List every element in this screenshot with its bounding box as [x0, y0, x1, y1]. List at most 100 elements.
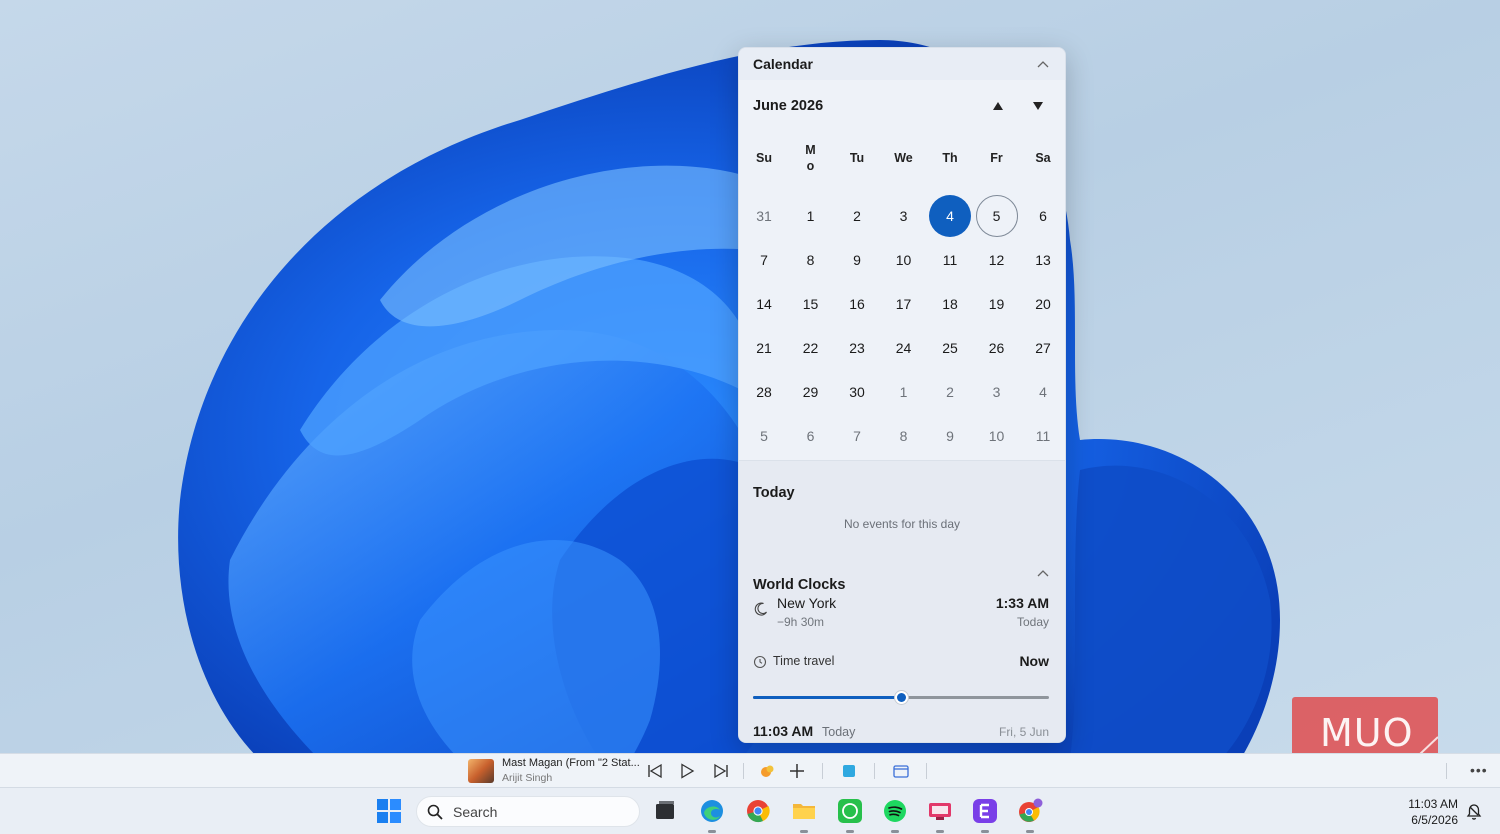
time-travel-label: Time travel — [773, 654, 835, 668]
divider — [1446, 763, 1447, 779]
day-cell[interactable]: 17 — [883, 283, 925, 325]
day-cell[interactable]: 2 — [929, 371, 971, 413]
previous-track-icon[interactable] — [646, 762, 664, 780]
clock-time: 1:33 AM — [995, 595, 1049, 611]
day-cell[interactable]: 1 — [790, 195, 832, 237]
footer-date: Fri, 5 Jun — [998, 725, 1049, 739]
day-cell[interactable]: 1 — [883, 371, 925, 413]
day-cell[interactable]: 8 — [883, 415, 925, 457]
calendar-header: Calendar — [739, 48, 1065, 80]
calendar-grid: Su M o Tu We Th Fr Sa 31 1 2 3 4 5 6 7 8 9 10 11 12 13 14 15 16… — [739, 132, 1065, 462]
day-cell[interactable]: 31 — [743, 195, 785, 237]
day-cell[interactable]: 13 — [1022, 239, 1064, 281]
world-clock-item[interactable]: New York −9h 30m 1:33 AM Today — [753, 595, 1049, 635]
moon-icon — [754, 602, 767, 616]
song-artist: Arijit Singh — [502, 772, 553, 784]
day-cell[interactable]: 24 — [883, 327, 925, 369]
search-placeholder: Search — [453, 804, 498, 820]
triangle-up-icon — [993, 102, 1003, 110]
app-widget-icon[interactable] — [840, 762, 858, 780]
collapse-chevron-up-icon[interactable] — [1035, 56, 1051, 72]
day-cell[interactable]: 16 — [836, 283, 878, 325]
edge-browser-icon[interactable] — [699, 798, 725, 824]
day-cell[interactable]: 8 — [790, 239, 832, 281]
footer-time: 11:03 AM — [753, 723, 814, 739]
day-cell[interactable]: 3 — [976, 371, 1018, 413]
day-cell[interactable]: 10 — [883, 239, 925, 281]
more-options-icon[interactable]: ••• — [1470, 762, 1488, 778]
whatsapp-icon[interactable] — [837, 798, 863, 824]
day-cell[interactable]: 6 — [1022, 195, 1064, 237]
day-cell[interactable]: 30 — [836, 371, 878, 413]
system-clock[interactable]: 11:03 AM 6/5/2026 — [1408, 796, 1458, 828]
time-travel-row: Time travel Now — [753, 653, 1049, 673]
world-clocks-heading: World Clocks — [753, 577, 846, 593]
day-cell[interactable]: 9 — [836, 239, 878, 281]
footer-row: 11:03 AM Today Fri, 5 Jun — [753, 723, 1049, 742]
windows-start-icon[interactable] — [376, 798, 402, 824]
day-cell[interactable]: 12 — [976, 239, 1018, 281]
day-cell[interactable]: 23 — [836, 327, 878, 369]
day-cell[interactable]: 6 — [790, 415, 832, 457]
spotify-icon[interactable] — [882, 798, 908, 824]
next-track-icon[interactable] — [712, 762, 730, 780]
day-cell[interactable]: 2 — [836, 195, 878, 237]
divider — [874, 763, 875, 779]
day-cell[interactable]: 7 — [836, 415, 878, 457]
day-cell-today[interactable]: 5 — [975, 195, 1018, 237]
day-cell[interactable]: 14 — [743, 283, 785, 325]
day-cell[interactable]: 19 — [976, 283, 1018, 325]
time-travel-slider[interactable] — [753, 689, 1049, 705]
chrome-icon[interactable] — [745, 798, 771, 824]
triangle-down-icon — [1033, 102, 1043, 110]
day-cell[interactable]: 22 — [790, 327, 832, 369]
world-clocks-chevron-up-icon[interactable] — [1035, 565, 1051, 581]
running-indicator — [800, 830, 808, 833]
day-cell[interactable]: 20 — [1022, 283, 1064, 325]
chrome-profile-icon[interactable] — [1017, 798, 1043, 824]
day-cell[interactable]: 27 — [1022, 327, 1064, 369]
day-cell[interactable]: 3 — [883, 195, 925, 237]
media-strip: Mast Magan (From "2 Stat... Arijit Singh… — [0, 753, 1500, 787]
divider — [822, 763, 823, 779]
weekday-header: M o — [805, 143, 816, 173]
running-indicator — [891, 830, 899, 833]
day-cell[interactable]: 21 — [743, 327, 785, 369]
day-cell[interactable]: 4 — [1022, 371, 1064, 413]
day-cell[interactable]: 5 — [743, 415, 785, 457]
media-app-icon[interactable] — [927, 798, 953, 824]
day-cell[interactable]: 26 — [976, 327, 1018, 369]
day-cell[interactable]: 15 — [790, 283, 832, 325]
weekday-header: Tu — [849, 151, 865, 165]
today-heading: Today — [753, 485, 795, 501]
agenda-section: Today No events for this day World Clock… — [739, 460, 1065, 742]
task-view-icon[interactable] — [652, 798, 678, 824]
calendar-widget-icon[interactable] — [892, 762, 910, 780]
weekday-header: Sa — [1035, 151, 1051, 165]
day-cell[interactable]: 11 — [929, 239, 971, 281]
app-e-icon[interactable] — [972, 798, 998, 824]
month-label[interactable]: June 2026 — [753, 98, 823, 114]
slider-thumb[interactable] — [893, 690, 909, 705]
widget-icon[interactable] — [758, 762, 776, 780]
file-explorer-icon[interactable] — [791, 798, 817, 824]
day-cell[interactable]: 28 — [743, 371, 785, 413]
day-cell[interactable]: 25 — [929, 327, 971, 369]
day-cell[interactable]: 11 — [1022, 415, 1064, 457]
month-row: June 2026 — [739, 80, 1065, 132]
day-cell[interactable]: 10 — [976, 415, 1018, 457]
next-month-button[interactable] — [1029, 97, 1047, 115]
previous-month-button[interactable] — [989, 97, 1007, 115]
day-cell[interactable]: 7 — [743, 239, 785, 281]
day-cell[interactable]: 29 — [790, 371, 832, 413]
running-indicator — [936, 830, 944, 833]
add-icon[interactable] — [788, 762, 806, 780]
day-cell[interactable]: 18 — [929, 283, 971, 325]
play-icon[interactable] — [678, 762, 696, 780]
search-box[interactable]: Search — [416, 796, 640, 827]
notification-bell-icon[interactable] — [1466, 803, 1482, 821]
day-cell-selected[interactable]: 4 — [929, 195, 971, 237]
day-cell[interactable]: 9 — [929, 415, 971, 457]
album-art[interactable] — [468, 759, 494, 783]
calendar-title: Calendar — [753, 56, 813, 72]
